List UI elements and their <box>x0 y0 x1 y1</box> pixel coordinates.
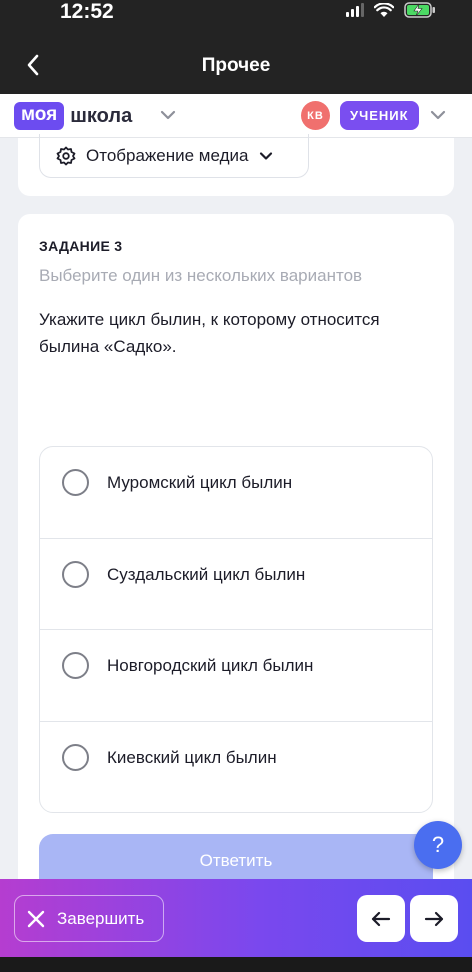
status-bar: 12:52 <box>0 0 472 36</box>
chevron-down-icon[interactable] <box>158 104 178 126</box>
status-time: 12:52 <box>60 0 114 23</box>
previous-button[interactable] <box>357 895 405 942</box>
media-display-label: Отображение медиа <box>86 145 249 165</box>
option-label: Муромский цикл былин <box>107 473 293 492</box>
bottom-bar: Завершить <box>0 879 472 957</box>
logo-shkola: школа <box>70 104 133 127</box>
radio-button[interactable] <box>62 652 89 679</box>
option-item[interactable]: Суздальский цикл былин <box>40 539 432 630</box>
option-label: Суздальский цикл былин <box>107 564 306 584</box>
logo[interactable]: моя школа <box>14 102 132 130</box>
option-item[interactable]: Муромский цикл былин <box>40 447 432 539</box>
answer-options: Муромский цикл былин Суздальский цикл бы… <box>39 446 433 813</box>
app-header: моя школа КВ УЧЕНИК <box>0 94 472 138</box>
chevron-down-icon <box>260 151 273 160</box>
media-display-button[interactable]: Отображение медиа <box>39 134 309 178</box>
next-button[interactable] <box>410 895 458 942</box>
finish-button-label: Завершить <box>57 908 145 928</box>
cellular-signal-icon <box>346 3 364 17</box>
task-hint: Выберите один из нескольких вариантов <box>39 266 363 285</box>
option-item[interactable]: Киевский цикл былин <box>40 722 432 813</box>
media-card: Отображение медиа <box>18 134 454 196</box>
role-chevron-down-icon[interactable] <box>428 104 448 126</box>
task-question: Укажите цикл былин, к которому относится… <box>39 310 380 356</box>
option-item[interactable]: Новгородский цикл былин <box>40 630 432 722</box>
wifi-icon <box>374 2 394 17</box>
task-card: ЗАДАНИЕ 3 Выберите один из нескольких ва… <box>18 214 454 894</box>
arrow-right-icon <box>424 911 444 926</box>
task-number: ЗАДАНИЕ 3 <box>39 238 123 254</box>
radio-button[interactable] <box>62 743 89 771</box>
battery-charging-icon <box>404 2 435 18</box>
close-icon <box>27 910 45 927</box>
page-title: Прочее <box>201 55 271 76</box>
finish-button[interactable]: Завершить <box>14 895 164 942</box>
status-icons <box>346 2 436 18</box>
option-label: Киевский цикл былин <box>107 747 277 767</box>
help-button[interactable]: ? <box>414 821 462 869</box>
radio-button[interactable] <box>62 469 89 496</box>
avatar[interactable]: КВ <box>301 101 330 130</box>
arrow-left-icon <box>371 911 391 926</box>
option-label: Новгородский цикл былин <box>107 656 314 675</box>
radio-button[interactable] <box>62 560 89 588</box>
nav-bar: Прочее <box>0 36 472 94</box>
role-badge[interactable]: УЧЕНИК <box>340 101 419 130</box>
gear-icon <box>56 146 76 165</box>
logo-moya: моя <box>14 102 65 130</box>
home-indicator-area <box>0 957 472 972</box>
